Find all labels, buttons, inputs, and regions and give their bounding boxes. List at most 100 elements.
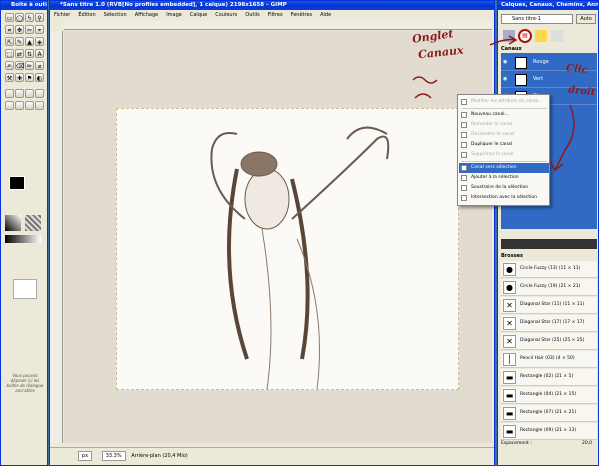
dock-note: Vous pouvez déposer ici les boîtes de di… [6,373,44,393]
tool-button[interactable]: ◯ [15,13,24,22]
brush-item[interactable]: ▬ Rectangle (07) (21 × 21) [501,405,597,422]
tool-icon: ⇄ [16,51,23,58]
tool-button[interactable] [25,89,34,98]
menu-3[interactable]: Affichage [131,10,163,20]
brush-icon: ▬ [503,389,516,402]
color-swatches[interactable] [3,173,45,203]
tool-button[interactable]: ⇄ [15,49,24,58]
tool-icon: ⚲ [37,15,42,22]
brush-label: Diagonal Star (25) (25 × 25) [520,338,585,343]
tool-icon: ✍ [6,63,13,70]
brush-item[interactable]: ✕ Diagonal Star (17) (17 × 17) [501,315,597,332]
tool-icon: ✚ [16,75,23,82]
brush-item[interactable]: ▬ Rectangle (02) (21 × 5) [501,369,597,386]
menu-9[interactable]: Fenêtres [287,10,317,20]
tool-icon: ◈ [37,39,42,46]
tool-button[interactable]: ✥ [15,25,24,34]
brush-icon: ● [503,281,516,294]
image-thumbnail[interactable] [13,279,37,299]
tool-icon: ⚑ [26,75,33,82]
context-menu-item[interactable]: Intersection avec la sélection [459,193,549,203]
tool-button[interactable] [15,89,24,98]
tool-button[interactable]: ▭ [5,13,14,22]
menu-5[interactable]: Calque [186,10,211,20]
tool-button[interactable]: A [35,49,44,58]
tool-button[interactable]: ▲ [25,37,34,46]
brush-icon: ✕ [503,317,516,330]
tool-button[interactable]: ✂ [25,25,34,34]
tool-icon: ▲ [27,39,32,46]
tool-button[interactable]: ⇅ [25,49,34,58]
brush-item[interactable]: ✕ Diagonal Star (11) (11 × 11) [501,297,597,314]
tool-button[interactable] [25,101,34,110]
brush-label: Rectangle (09) (21 × 13) [520,428,577,433]
context-menu-item[interactable]: Soustraire de la sélection [459,183,549,193]
tool-button[interactable]: ⌖ [35,25,44,34]
tool-button[interactable]: ⬚ [5,49,14,58]
brushes-label: Brosses [501,253,524,259]
spacing-value[interactable]: 20,0 [582,441,592,446]
unit-select[interactable]: px [78,451,93,461]
tool-button[interactable]: ⌀ [35,61,44,70]
tool-button[interactable]: ⚑ [25,73,34,82]
tool-button[interactable]: ✎ [15,37,24,46]
pattern-preview[interactable] [25,215,41,231]
menu-item-icon [461,195,467,201]
tool-button[interactable]: ϟ [25,13,34,22]
tool-button[interactable]: ◈ [35,37,44,46]
menu-2[interactable]: Sélection [100,10,131,20]
brush-item[interactable]: ✕ Diagonal Star (25) (25 × 25) [501,333,597,350]
tool-button[interactable] [35,89,44,98]
vertical-ruler [50,31,63,443]
tool-button[interactable] [5,89,14,98]
tool-button[interactable]: ⇱ [5,37,14,46]
brush-preview[interactable] [5,215,21,231]
tool-icon: ✥ [16,27,23,34]
toolbox-window: Boîte à outils ▭◯ϟ⚲⌗✥✂⌖⇱✎▲◈⬚⇄⇅A✍⌫✏⌀⚒✚⚑◐ … [0,0,48,466]
tool-button[interactable]: ⌗ [5,25,14,34]
tool-icon: A [37,51,42,58]
tool-icon: ⌖ [37,27,42,34]
menu-1[interactable]: Édition [74,10,99,20]
fg-color[interactable] [9,176,25,190]
menu-item-icon [461,185,467,191]
menubar: Fichier Édition Sélection Affichage Image Cal… [50,10,494,20]
brush-item[interactable]: ● Circle Fuzzy (13) (11 × 11) [501,261,597,278]
brush-label: Rectangle (02) (21 × 5) [520,374,574,379]
tool-button[interactable]: ⚲ [35,13,44,22]
tool-button[interactable]: ✍ [5,61,14,70]
menu-0[interactable]: Fichier [50,10,74,20]
menu-8[interactable]: Filtres [264,10,287,20]
gradient-strip[interactable] [501,239,597,249]
brush-label: Rectangle (04) (21 × 15) [520,392,577,397]
tool-icon: ϟ [27,15,32,22]
brush-item[interactable]: ● Circle Fuzzy (19) (21 × 21) [501,279,597,296]
tool-button[interactable]: ◐ [35,73,44,82]
tool-icon: ⌫ [16,63,25,70]
menu-item-label: Soustraire de la sélection [471,185,529,190]
gradient-preview[interactable] [5,235,41,243]
tool-button[interactable]: ⌫ [15,61,24,70]
dock-title: Calques, Canaux, Chemins, Annul... [498,1,598,10]
tool-icon: ⌗ [7,27,12,34]
tool-icon: ◯ [16,15,23,22]
status-text: Arrière-plan (20,4 Mio) [131,453,188,459]
brush-icon: │ [503,353,516,366]
menu-7[interactable]: Outils [241,10,263,20]
tool-button[interactable] [15,101,24,110]
tool-button[interactable]: ✚ [15,73,24,82]
zoom-select[interactable]: 33.3% [101,451,126,461]
brush-label: Diagonal Star (11) (11 × 11) [520,302,585,307]
menu-10[interactable]: Aide [316,10,335,20]
brush-item[interactable]: │ Pencil Hair (03) (4 × 50) [501,351,597,368]
brush-item[interactable]: ▬ Rectangle (04) (21 × 15) [501,387,597,404]
tool-button[interactable] [35,101,44,110]
brush-icon: ✕ [503,299,516,312]
menu-6[interactable]: Couleurs [211,10,241,20]
tool-button[interactable]: ✏ [25,61,34,70]
menu-4[interactable]: Image [162,10,186,20]
brush-item[interactable]: ▬ Rectangle (09) (21 × 13) [501,423,597,440]
image-window-title: *Sans titre 1.0 (RVB[No profiles embedde… [50,1,494,10]
tool-button[interactable] [5,101,14,110]
tool-button[interactable]: ⚒ [5,73,14,82]
